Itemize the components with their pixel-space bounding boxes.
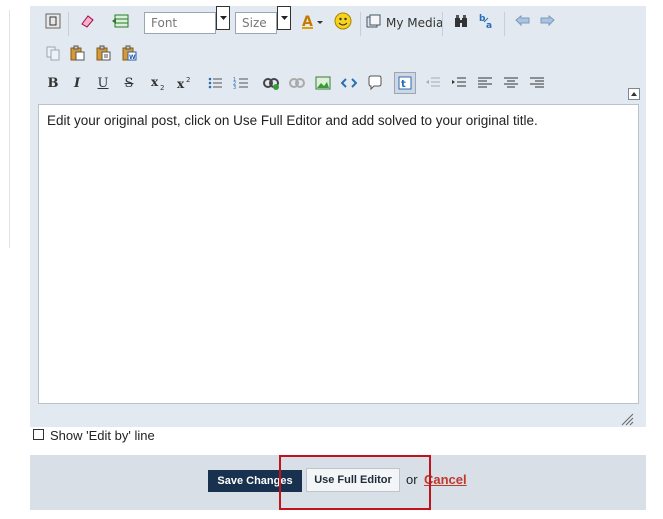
toolbar-separator: [360, 12, 361, 36]
copy-icon[interactable]: [42, 42, 64, 64]
tweet-icon[interactable]: t: [394, 72, 416, 94]
undo-icon[interactable]: [512, 10, 534, 32]
toolbar-row-2: W: [30, 42, 646, 70]
numbered-list-icon[interactable]: 123: [230, 72, 252, 94]
svg-text:2: 2: [160, 84, 164, 91]
action-bar: Save Changes Use Full Editor or Cancel: [30, 455, 646, 510]
toolbar-separator: [504, 12, 505, 36]
smiley-icon[interactable]: [332, 10, 354, 32]
paste-text-icon[interactable]: [92, 42, 114, 64]
redo-icon[interactable]: [536, 10, 558, 32]
size-dropdown-arrow[interactable]: [277, 6, 291, 30]
message-content: Edit your original post, click on Use Fu…: [47, 113, 538, 128]
bold-button[interactable]: B: [42, 72, 64, 94]
indent-icon[interactable]: [448, 72, 470, 94]
toolbar-separator: [442, 12, 443, 36]
or-text: or: [406, 472, 418, 487]
binoculars-icon[interactable]: [450, 10, 472, 32]
left-divider: [9, 10, 10, 248]
replace-icon[interactable]: ba: [476, 10, 498, 32]
switch-mode-icon[interactable]: [42, 10, 64, 32]
svg-text:a: a: [486, 21, 492, 30]
paste-icon[interactable]: [66, 42, 88, 64]
quote-icon[interactable]: [364, 72, 386, 94]
edit-by-option: Show 'Edit by' line: [30, 427, 646, 455]
subscript-icon[interactable]: x2: [148, 72, 170, 94]
svg-text:x: x: [177, 77, 185, 91]
underline-button[interactable]: U: [92, 72, 114, 94]
strikethrough-button[interactable]: S: [118, 72, 140, 94]
svg-text:W: W: [129, 54, 136, 61]
superscript-icon[interactable]: x2: [174, 72, 196, 94]
svg-text:A: A: [302, 14, 313, 29]
italic-button[interactable]: I: [66, 72, 88, 94]
svg-text:3: 3: [233, 85, 236, 91]
save-changes-button[interactable]: Save Changes: [208, 470, 302, 492]
align-center-icon[interactable]: [500, 72, 522, 94]
svg-text:b: b: [479, 14, 486, 24]
edit-by-label: Show 'Edit by' line: [50, 428, 155, 443]
cancel-link[interactable]: Cancel: [424, 472, 467, 487]
insert-table-icon[interactable]: [110, 10, 132, 32]
message-textarea[interactable]: Edit your original post, click on Use Fu…: [38, 104, 639, 404]
toolbar-row-1: Font Size A My Media ba: [30, 6, 646, 38]
edit-by-checkbox[interactable]: [33, 429, 44, 440]
collapse-toolbar-button[interactable]: [628, 88, 640, 100]
toolbar-row-3: B I U S x2 x2 123 t: [30, 72, 646, 100]
outdent-icon[interactable]: [422, 72, 444, 94]
paste-word-icon[interactable]: W: [118, 42, 140, 64]
bullet-list-icon[interactable]: [204, 72, 226, 94]
align-left-icon[interactable]: [474, 72, 496, 94]
align-right-icon[interactable]: [526, 72, 548, 94]
text-color-icon[interactable]: A: [300, 10, 328, 32]
font-dropdown-arrow[interactable]: [216, 6, 230, 30]
resize-handle-icon[interactable]: [620, 411, 634, 426]
size-select[interactable]: Size: [235, 12, 277, 34]
insert-image-icon[interactable]: [312, 72, 334, 94]
eraser-icon[interactable]: [76, 10, 98, 32]
svg-text:2: 2: [186, 76, 190, 84]
use-full-editor-button[interactable]: Use Full Editor: [306, 468, 400, 492]
my-media-button[interactable]: My Media: [366, 12, 443, 34]
quick-edit-editor: Font Size A My Media ba W B I U S x 2 x …: [30, 6, 646, 510]
insert-link-icon[interactable]: [260, 72, 282, 94]
my-media-label: My Media: [386, 16, 444, 30]
svg-text:x: x: [151, 75, 159, 89]
code-icon[interactable]: [338, 72, 360, 94]
remove-link-icon[interactable]: [286, 72, 308, 94]
font-select[interactable]: Font: [144, 12, 216, 34]
media-icon: [366, 14, 382, 33]
svg-text:t: t: [401, 79, 406, 90]
toolbar-separator: [68, 12, 69, 36]
